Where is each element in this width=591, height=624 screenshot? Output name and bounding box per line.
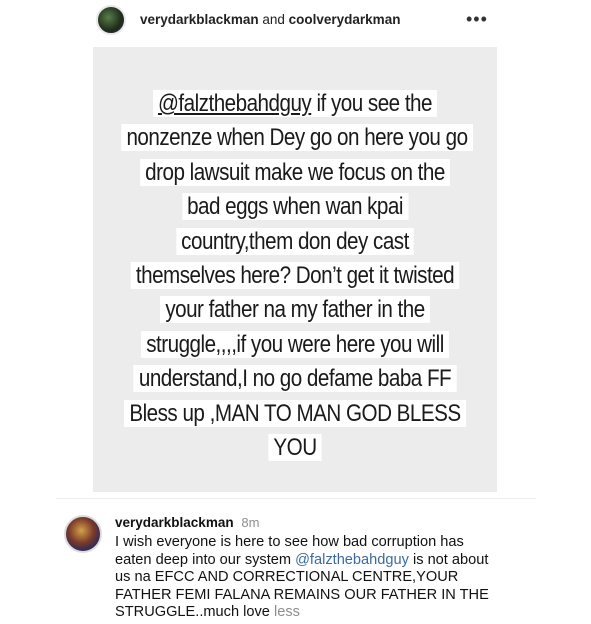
- coauthor-username[interactable]: coolverydarkman: [289, 12, 401, 27]
- more-options-icon[interactable]: •••: [466, 9, 488, 30]
- story-line-text: nonzenze when Dey go on here you go: [121, 124, 473, 152]
- story-line: country,them don dey cast: [121, 225, 468, 259]
- story-line-text: struggle,,,,if you were here you will: [141, 330, 449, 358]
- less-link[interactable]: less: [274, 604, 300, 620]
- story-line: understand,I no go defame baba FF: [121, 362, 468, 396]
- story-mention[interactable]: @falzthebahdguy: [158, 90, 312, 117]
- comment-mention-link[interactable]: @falzthebahdguy: [295, 552, 409, 568]
- commenter-avatar[interactable]: [64, 515, 102, 553]
- comment-timestamp: 8m: [241, 515, 260, 530]
- story-line: themselves here? Don’t get it twisted: [121, 259, 468, 293]
- comment-text: I wish everyone is here to see how bad c…: [115, 534, 495, 622]
- author-username[interactable]: verydarkblackman: [140, 12, 259, 27]
- story-line-text: YOU: [268, 434, 322, 462]
- post-authors: verydarkblackman and coolverydarkman: [140, 12, 400, 27]
- story-line-text: your father na my father in the: [160, 296, 430, 324]
- story-line: YOU: [121, 431, 468, 465]
- divider: [56, 498, 536, 499]
- story-line: your father na my father in the: [121, 293, 468, 327]
- story-line-rest: if you see the: [311, 90, 432, 117]
- story-line-text: themselves here? Don’t get it twisted: [130, 262, 460, 290]
- comment-header: verydarkblackman 8m: [115, 515, 259, 530]
- story-line: @falzthebahdguy if you see the: [121, 87, 468, 121]
- story-line: Bless up ,MAN TO MAN GOD BLESS: [121, 397, 468, 431]
- story-line-text: understand,I no go defame baba FF: [133, 365, 457, 393]
- story-line-text: Bless up ,MAN TO MAN GOD BLESS: [124, 399, 466, 427]
- story-card: @falzthebahdguy if you see the nonzenze …: [93, 47, 497, 492]
- story-line: nonzenze when Dey go on here you go: [121, 121, 473, 155]
- story-line: bad eggs when wan kpai: [121, 190, 468, 224]
- post-header: verydarkblackman and coolverydarkman •••: [0, 0, 591, 42]
- story-line-text: @falzthebahdguy if you see the: [152, 90, 438, 117]
- author-joiner: and: [262, 12, 285, 27]
- story-line: struggle,,,,if you were here you will: [121, 328, 468, 362]
- story-line-text: drop lawsuit make we focus on the: [140, 158, 450, 186]
- story-line-text: bad eggs when wan kpai: [181, 193, 409, 221]
- story-line: drop lawsuit make we focus on the: [121, 156, 468, 190]
- story-line-text: country,them don dey cast: [176, 227, 414, 255]
- comment-username[interactable]: verydarkblackman: [115, 515, 234, 530]
- avatar[interactable]: [96, 5, 126, 35]
- story-text: @falzthebahdguy if you see the nonzenze …: [121, 87, 473, 465]
